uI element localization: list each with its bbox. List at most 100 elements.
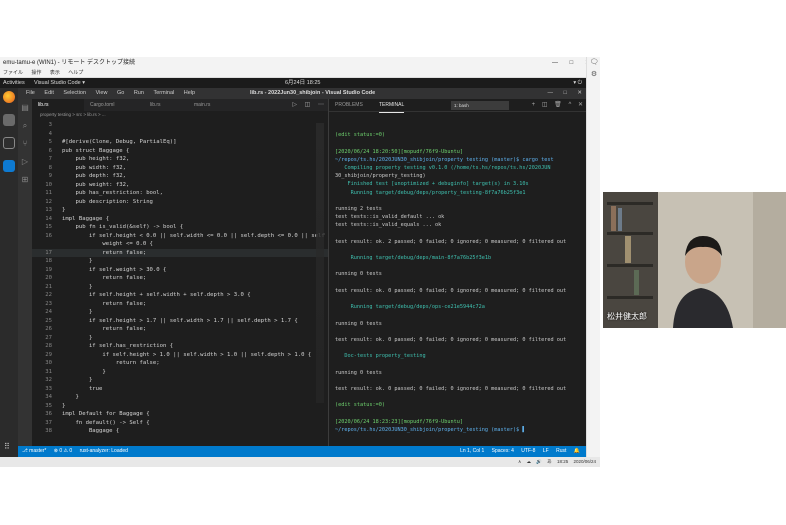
rust-analyzer-status[interactable]: rust-analyzer: Loaded — [80, 448, 128, 454]
code-line[interactable]: 23 return false; — [32, 300, 328, 309]
indentation[interactable]: Spaces: 4 — [492, 448, 514, 454]
system-tray[interactable]: ▾ ⏻ — [573, 78, 582, 88]
code-line[interactable]: 17 return false; — [32, 248, 328, 257]
menu-help[interactable]: Help — [184, 90, 195, 96]
code-line[interactable]: 19 if self.weight > 30.0 { — [32, 266, 328, 275]
code-line[interactable]: 20 return false; — [32, 274, 328, 283]
git-branch-status[interactable]: ⎇ master* — [22, 448, 46, 454]
problems-status[interactable]: ⊗ 0 ⚠ 0 — [54, 448, 72, 454]
vscode-icon[interactable] — [3, 160, 15, 172]
firefox-icon[interactable] — [3, 91, 15, 103]
encoding[interactable]: UTF-8 — [521, 448, 535, 454]
menu-file[interactable]: ファイル — [3, 70, 23, 76]
menu-view[interactable]: 表示 — [50, 70, 60, 76]
code-line[interactable]: 7 pub height: f32, — [32, 155, 328, 164]
taskbar-date[interactable]: 2020/06/24 — [573, 459, 596, 464]
code-line[interactable]: 12 pub description: String — [32, 198, 328, 207]
code-line[interactable]: 8 pub width: f32, — [32, 164, 328, 173]
menu-view[interactable]: View — [96, 90, 108, 96]
explorer-icon[interactable]: ▤ — [18, 99, 32, 117]
settings-icon[interactable]: ⚙ — [587, 69, 601, 81]
files-icon[interactable] — [3, 114, 15, 126]
app-grid-icon[interactable]: ⠿ — [4, 442, 10, 451]
code-line[interactable]: 28 if self.has_restriction { — [32, 342, 328, 351]
maximize-panel-icon[interactable]: ^ — [568, 102, 571, 108]
activities-button[interactable]: Activities — [3, 78, 25, 88]
code-line[interactable]: 11 pub has_restriction: bool, — [32, 189, 328, 198]
source-control-icon[interactable]: ⑂ — [18, 135, 32, 153]
terminal-select[interactable]: 1: bash — [451, 101, 509, 110]
notification-icon[interactable]: 🗨 — [587, 57, 601, 69]
bell-icon[interactable]: 🔔 — [574, 448, 580, 454]
code-line[interactable]: 36 impl Default for Baggage { — [32, 410, 328, 419]
tray-chevron-icon[interactable]: ∧ — [518, 459, 521, 464]
tab-terminal[interactable]: TERMINAL — [379, 99, 405, 113]
minimize-button[interactable]: — — [552, 60, 558, 66]
code-editor[interactable]: 3 4 5 #[derive(Clone, Debug, PartialEq)] 6 pu… — [32, 121, 328, 446]
code-line[interactable]: 6 pub struct Baggage { — [32, 147, 328, 156]
tab-cargo-toml[interactable]: Cargo.toml — [84, 99, 144, 111]
minimize-button[interactable]: — — [548, 90, 554, 96]
language-mode[interactable]: Rust — [556, 448, 566, 454]
code-line[interactable]: 10 pub weight: f32, — [32, 181, 328, 190]
breadcrumb[interactable]: property testing > src > lib.rs > ... — [40, 112, 106, 117]
extensions-icon[interactable]: ⊞ — [18, 171, 32, 189]
close-panel-icon[interactable]: ✕ — [578, 102, 583, 108]
code-line[interactable]: 35} — [32, 402, 328, 411]
menu-help[interactable]: ヘルプ — [68, 70, 83, 76]
menu-action[interactable]: 操作 — [31, 70, 41, 76]
onedrive-icon[interactable]: ☁ — [527, 459, 532, 464]
code-line[interactable]: 34 } — [32, 393, 328, 402]
search-icon[interactable]: ⌕ — [18, 117, 32, 135]
volume-icon[interactable]: 🔊 — [536, 459, 542, 464]
code-line[interactable]: 33 true — [32, 385, 328, 394]
code-line[interactable]: 3 — [32, 121, 328, 130]
code-line[interactable]: 5 #[derive(Clone, Debug, PartialEq)] — [32, 138, 328, 147]
split-terminal-icon[interactable]: ◫ — [542, 102, 548, 108]
minimap[interactable] — [316, 123, 324, 403]
maximize-button[interactable]: □ — [564, 90, 567, 96]
code-line[interactable]: 29 if self.height > 1.0 || self.width > … — [32, 351, 328, 360]
code-line[interactable]: 37 fn default() -> Self { — [32, 419, 328, 428]
tab-main-rs[interactable]: main.rs — [188, 99, 234, 111]
tab-lib-rs[interactable]: lib.rs — [32, 99, 84, 111]
line-ending[interactable]: LF — [543, 448, 549, 454]
menu-go[interactable]: Go — [117, 90, 124, 96]
code-line[interactable]: 16 if self.height < 0.0 || self.width <=… — [32, 232, 328, 241]
code-line[interactable]: 18 } — [32, 257, 328, 266]
code-line[interactable]: 30 return false; — [32, 359, 328, 368]
menu-file[interactable]: File — [26, 90, 35, 96]
terminal-icon[interactable] — [3, 137, 15, 149]
menu-terminal[interactable]: Terminal — [153, 90, 174, 96]
code-line[interactable]: 27 } — [32, 334, 328, 343]
run-icon[interactable]: ▷ — [292, 102, 297, 108]
code-line[interactable]: 22 if self.height + self.width + self.de… — [32, 291, 328, 300]
code-line[interactable]: 26 return false; — [32, 325, 328, 334]
tab-problems[interactable]: PROBLEMS — [335, 99, 363, 112]
cursor-position[interactable]: Ln 1, Col 1 — [460, 448, 484, 454]
run-debug-icon[interactable]: ▷ — [18, 153, 32, 171]
menu-edit[interactable]: Edit — [44, 90, 53, 96]
code-line[interactable]: 21 } — [32, 283, 328, 292]
clock[interactable]: 6月24日 18:25 — [285, 78, 320, 88]
maximize-button[interactable]: □ — [570, 60, 574, 66]
new-terminal-icon[interactable]: + — [532, 102, 536, 108]
taskbar-time[interactable]: 18:25 — [557, 459, 568, 464]
code-line[interactable]: 13} — [32, 206, 328, 215]
code-line[interactable]: 4 — [32, 130, 328, 139]
code-line[interactable]: 14 impl Baggage { — [32, 215, 328, 224]
trash-icon[interactable]: 🗑 — [554, 102, 562, 108]
code-line[interactable]: weight <= 0.0 { — [32, 240, 328, 249]
more-icon[interactable]: ⋯ — [318, 102, 324, 108]
code-line[interactable]: 9 pub depth: f32, — [32, 172, 328, 181]
code-line[interactable]: 24 } — [32, 308, 328, 317]
menu-run[interactable]: Run — [134, 90, 144, 96]
menu-selection[interactable]: Selection — [63, 90, 86, 96]
app-menu[interactable]: Visual Studio Code ▾ — [34, 78, 85, 88]
close-button[interactable]: ✕ — [577, 90, 582, 96]
code-line[interactable]: 15 pub fn is_valid(&self) -> bool { — [32, 223, 328, 232]
ime-indicator[interactable]: あ — [547, 459, 552, 464]
terminal-output[interactable]: (edit status:=0) [2020/06/24 18:20:50][mo… — [335, 123, 585, 443]
code-line[interactable]: 38 Baggage { — [32, 427, 328, 436]
code-line[interactable]: 32 } — [32, 376, 328, 385]
